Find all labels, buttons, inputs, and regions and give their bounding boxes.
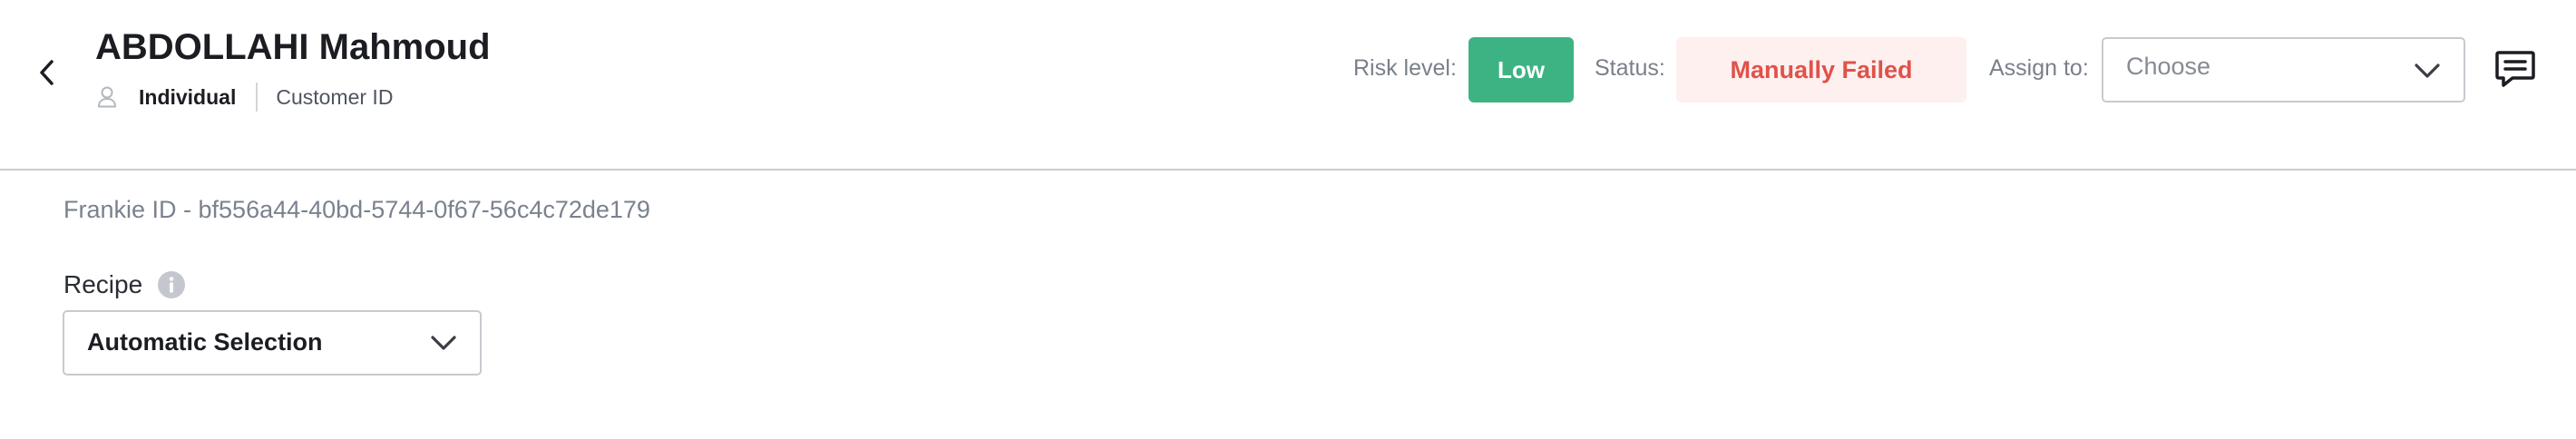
status-badge: Manually Failed [1676,37,1966,102]
recipe-selected-value: Automatic Selection [87,328,323,356]
chevron-down-icon [2415,63,2440,78]
risk-level-badge: Low [1469,37,1574,102]
assign-to-select[interactable]: Choose [2102,37,2465,102]
profile-header: ABDOLLAHI Mahmoud Individual Customer ID… [0,0,2576,171]
meta-divider [256,83,259,112]
recipe-label-row: Recipe [63,268,186,301]
recipe-select[interactable]: Automatic Selection [63,310,482,376]
entity-meta: Individual Customer ID [95,82,393,112]
recipe-label: Recipe [63,270,143,298]
customer-id-label: Customer ID [276,84,394,109]
comments-button[interactable] [2492,45,2539,93]
person-icon [97,86,117,108]
assign-to-placeholder: Choose [2126,53,2211,80]
info-icon[interactable] [157,270,186,299]
frankie-id: Frankie ID - bf556a44-40bd-5744-0f67-56c… [63,196,650,223]
comment-icon [2495,51,2535,87]
back-button[interactable] [27,53,67,93]
assign-to-label: Assign to: [1989,55,2089,81]
entity-name: ABDOLLAHI Mahmoud [95,27,491,67]
entity-type: Individual [139,84,237,109]
status-label: Status: [1595,55,1665,81]
chevron-left-icon [40,60,54,85]
chevron-down-icon [431,336,456,350]
risk-level-label: Risk level: [1353,55,1457,81]
